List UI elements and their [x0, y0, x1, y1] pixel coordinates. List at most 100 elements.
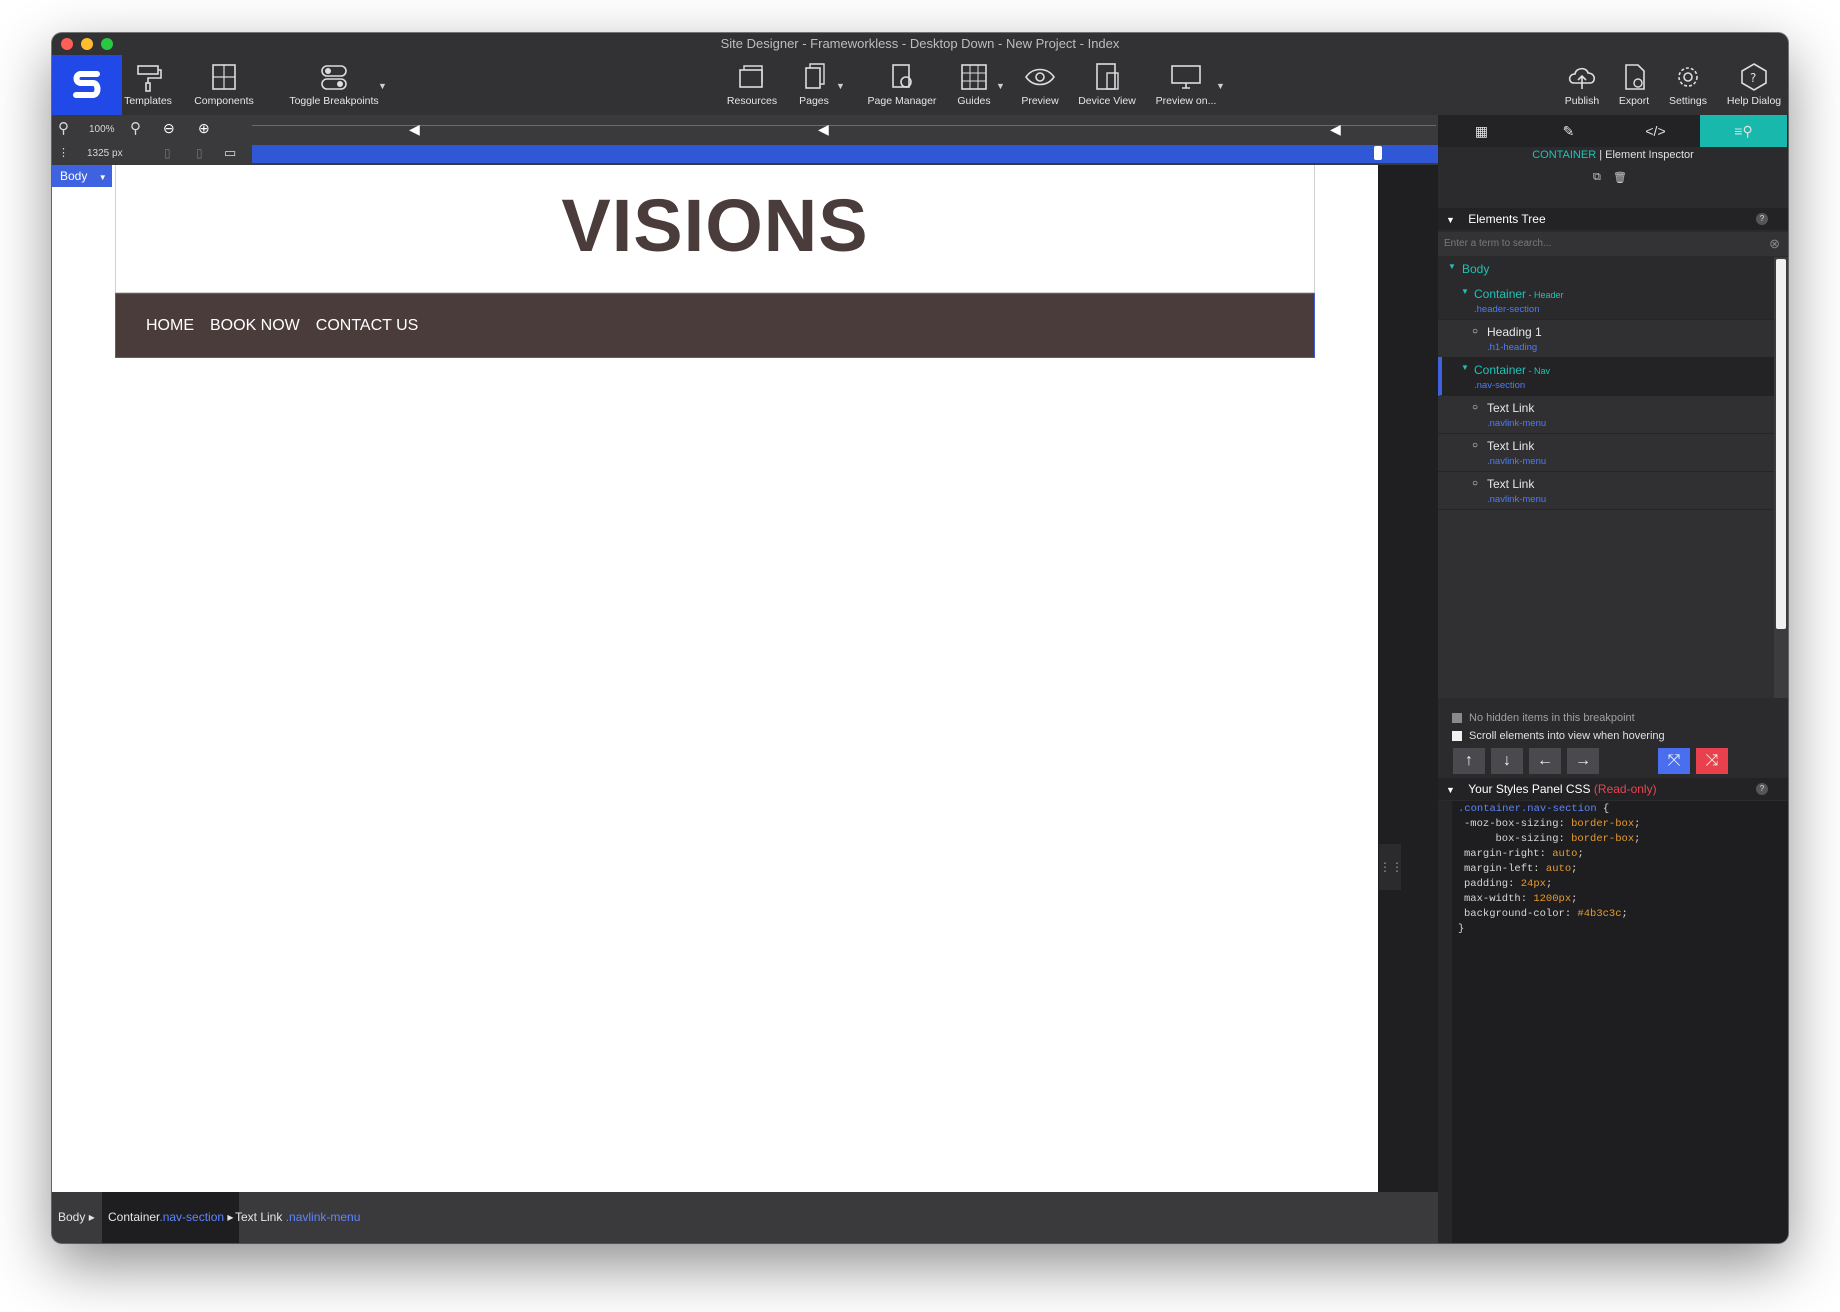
chevron-down-icon[interactable]: ▼ [1216, 81, 1225, 91]
tree-item-header-container[interactable]: ▼ Container - Header .header-section [1438, 281, 1774, 320]
circle-icon: ○ [1472, 478, 1479, 489]
templates-button[interactable]: Templates [122, 55, 174, 115]
components-button[interactable]: Components [194, 55, 254, 115]
tab-code[interactable]: </> [1612, 115, 1699, 147]
breakpoint-marker-icon[interactable]: ◀ [818, 121, 829, 138]
css-line: max-width: 1200px; [1464, 893, 1577, 905]
tree-item-text-link[interactable]: ○ Text Link .navlink-menu [1438, 471, 1774, 510]
breakpoint-handle[interactable] [1374, 146, 1382, 160]
tree-item-heading[interactable]: ○ Heading 1 .h1-heading [1438, 319, 1774, 358]
breakpoint-marker-icon[interactable]: ◀ [1330, 121, 1341, 138]
canvas-resize-handle[interactable]: ⋮⋮ [1379, 844, 1403, 890]
css-prop: background-color: [1464, 908, 1578, 920]
components-icon [212, 64, 236, 90]
css-value: #4b3c3c [1577, 908, 1622, 920]
close-window-button[interactable] [61, 38, 73, 50]
body-tag-label: Body [60, 169, 88, 183]
chevron-down-icon: ▼ [98, 173, 107, 182]
help-dialog-button[interactable]: ? Help Dialog [1722, 55, 1786, 115]
tree-scrollbar[interactable] [1774, 257, 1788, 698]
css-line: box-sizing: border-box; [1464, 833, 1641, 845]
clear-search-icon[interactable]: ⊗ [1769, 232, 1780, 256]
design-canvas[interactable]: Body ▼ VISIONS HOME BOOK NOW CONTACT US [52, 165, 1378, 1192]
publish-button[interactable]: Publish [1562, 55, 1602, 115]
nav-link-contact-us[interactable]: CONTACT US [316, 317, 419, 335]
preview-on-button[interactable]: Preview on... [1152, 55, 1220, 115]
move-left-button[interactable]: ← [1529, 748, 1561, 774]
css-prop: margin-left: [1464, 863, 1546, 875]
breadcrumb-container[interactable]: Container.nav-section ▸ [102, 1192, 240, 1243]
visions-heading[interactable]: VISIONS [561, 183, 868, 268]
tab-styles[interactable]: ✎ [1525, 115, 1612, 147]
css-prop: margin-right: [1464, 848, 1553, 860]
tab-layout[interactable]: ▦ [1438, 115, 1525, 147]
nav-section[interactable]: HOME BOOK NOW CONTACT US [115, 293, 1315, 358]
chevron-down-icon: ▼ [1461, 287, 1469, 296]
plus-circle-icon[interactable]: ⊕ [198, 120, 210, 137]
chevron-down-icon[interactable]: ▼ [836, 81, 845, 91]
help-icon[interactable]: ? [1756, 213, 1768, 225]
css-line: margin-left: auto; [1464, 863, 1577, 875]
phone-icon[interactable]: ▯ [164, 146, 171, 160]
move-right-button[interactable]: → [1567, 748, 1599, 774]
tree-item-text-link[interactable]: ○ Text Link .navlink-menu [1438, 395, 1774, 434]
guides-button[interactable]: Guides [952, 55, 996, 115]
css-prop: max-width: [1464, 893, 1534, 905]
code-gutter [1438, 801, 1452, 1243]
tab-element-inspector[interactable]: ≡⚲ [1700, 115, 1787, 147]
breadcrumb-text-link[interactable]: Text Link .navlink-menu [229, 1192, 366, 1243]
minimize-window-button[interactable] [81, 38, 93, 50]
tree-item-label: Body [1462, 262, 1490, 276]
header-section[interactable]: VISIONS [115, 165, 1315, 293]
elements-tree-header[interactable]: ▼ Elements Tree ? [1438, 208, 1788, 230]
chevron-down-icon[interactable]: ▼ [378, 81, 387, 91]
tree-item-label: Text Link [1487, 477, 1535, 491]
scroll-hover-checkbox[interactable] [1452, 731, 1462, 741]
tree-search-placeholder: Enter a term to search... [1444, 238, 1552, 249]
css-end: ; [1634, 818, 1641, 830]
nav-link-home[interactable]: HOME [146, 317, 194, 335]
tree-item-body[interactable]: ▼ Body [1438, 257, 1774, 282]
move-up-button[interactable]: ↑ [1453, 748, 1485, 774]
zoom-in-icon[interactable]: ⚲ [130, 119, 141, 137]
help-icon[interactable]: ? [1756, 783, 1768, 795]
tablet-icon[interactable]: ▯ [196, 146, 203, 160]
vertical-dots-icon[interactable]: ⋮ [58, 146, 69, 159]
tree-item-label: Text Link [1487, 439, 1535, 453]
crumb-container-class: .nav-section [159, 1210, 225, 1224]
breakpoint-bar: ⋮ 1325 px ▯ ▯ ▭ [52, 143, 1438, 165]
trash-icon[interactable]: 🗑 [1613, 171, 1627, 184]
minus-circle-icon[interactable]: ⊖ [163, 120, 175, 137]
tree-scroll-thumb[interactable] [1776, 259, 1786, 629]
export-button[interactable]: Export [1614, 55, 1654, 115]
chevron-down-icon[interactable]: ▼ [996, 81, 1005, 91]
preview-button[interactable]: Preview [1015, 55, 1065, 115]
resources-button[interactable]: Resources [722, 55, 782, 115]
tree-search-input[interactable]: Enter a term to search... ⊗ [1438, 232, 1788, 256]
nav-link-book-now[interactable]: BOOK NOW [210, 317, 300, 335]
device-view-button[interactable]: Device View [1075, 55, 1139, 115]
tree-item-nav-container[interactable]: ▼ Container - Nav .nav-section [1438, 357, 1778, 396]
collapse-button[interactable]: ⤨ [1696, 748, 1728, 774]
settings-button[interactable]: Settings [1666, 55, 1710, 115]
active-breakpoint-range[interactable] [252, 145, 1438, 163]
zoom-window-button[interactable] [101, 38, 113, 50]
breakpoint-marker-icon[interactable]: ◀ [409, 121, 420, 138]
expand-button[interactable]: ⤧ [1658, 748, 1690, 774]
tree-item-tag: - Header [1526, 290, 1564, 300]
duplicate-icon[interactable]: ⧉ [1593, 171, 1601, 184]
move-down-button[interactable]: ↓ [1491, 748, 1523, 774]
body-element-tag[interactable]: Body ▼ [52, 165, 112, 187]
css-value: auto [1545, 863, 1572, 875]
desktop-icon[interactable]: ▭ [224, 145, 236, 161]
breadcrumb-body[interactable]: Body ▸ [52, 1192, 101, 1243]
page-manager-button[interactable]: Page Manager [864, 55, 940, 115]
styles-panel-header[interactable]: ▼ Your Styles Panel CSS (Read-only) ? [1438, 778, 1788, 800]
css-prop: -moz-box-sizing: [1464, 818, 1572, 830]
pages-button[interactable]: Pages [792, 55, 836, 115]
toggle-breakpoints-button[interactable]: Toggle Breakpoints [284, 55, 384, 115]
zoom-out-icon[interactable]: ⚲ [58, 119, 69, 137]
collapse-icon: ⤨ [1705, 752, 1719, 769]
scroll-hover-row[interactable]: Scroll elements into view when hovering [1452, 730, 1665, 742]
tree-item-text-link[interactable]: ○ Text Link .navlink-menu [1438, 433, 1774, 472]
